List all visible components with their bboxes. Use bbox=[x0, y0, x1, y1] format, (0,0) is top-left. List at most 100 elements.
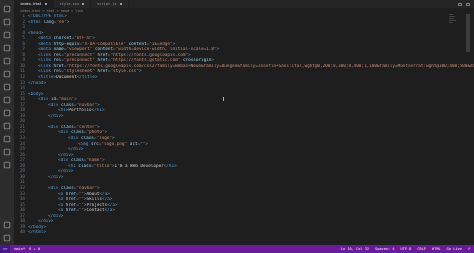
code-token: "UTF-8" bbox=[74, 36, 93, 42]
code-token: > bbox=[102, 158, 105, 164]
code-token: "https://fonts.googleapis.com" bbox=[110, 52, 189, 58]
notifications-bell-icon[interactable]: ☍ bbox=[468, 247, 470, 251]
code-token: </div> bbox=[68, 147, 84, 153]
code-token: href bbox=[65, 202, 77, 208]
editor: index.html style.css script.js index.html … bbox=[14, 0, 474, 245]
more-actions-icon[interactable] bbox=[466, 2, 470, 6]
code-token: Portfolio bbox=[68, 108, 92, 114]
tab-close-icon[interactable] bbox=[119, 3, 122, 5]
code-token: <a bbox=[58, 197, 66, 203]
code-token: "navbar" bbox=[76, 185, 98, 191]
code-token: <link bbox=[38, 63, 54, 69]
text-cursor bbox=[223, 97, 224, 101]
minimap[interactable] bbox=[449, 14, 456, 26]
code-token: <link bbox=[38, 69, 54, 75]
code-token: </div> bbox=[48, 213, 64, 219]
code-token: class bbox=[70, 130, 84, 136]
testing-icon[interactable] bbox=[0, 80, 14, 93]
code-token: <div bbox=[48, 102, 61, 108]
code-area[interactable]: 1 <!DOCTYPE html> 2 <html lang="en"> 3 4 <head… bbox=[14, 14, 474, 245]
eol-status[interactable]: CRLF bbox=[417, 247, 426, 251]
code-token: > bbox=[172, 41, 176, 47]
code-token: > bbox=[97, 102, 100, 108]
timeline-icon[interactable] bbox=[0, 119, 14, 132]
code-token: </a> bbox=[104, 208, 115, 214]
code-token: content bbox=[128, 41, 147, 47]
code-token: </head> bbox=[28, 80, 47, 86]
code-token: "navbar" bbox=[76, 102, 98, 108]
code-token: <div bbox=[58, 158, 71, 164]
code-token: <div bbox=[58, 130, 71, 136]
cursor-position[interactable]: Ln 10, Col 32 bbox=[341, 247, 369, 251]
code-token: "main" bbox=[58, 97, 75, 103]
code-token: alt bbox=[129, 141, 138, 147]
code-token: Contact bbox=[86, 208, 105, 214]
code-token: About bbox=[86, 191, 100, 197]
live-share-icon[interactable] bbox=[0, 106, 14, 119]
code-token: http-equiv bbox=[53, 41, 80, 47]
code-token: </div> bbox=[48, 174, 64, 180]
code-token: <head> bbox=[28, 30, 44, 36]
extensions-icon[interactable] bbox=[0, 54, 14, 67]
code-token: Document bbox=[56, 75, 77, 81]
indentation-status[interactable]: Spaces: 4 bbox=[375, 247, 394, 251]
code-token: > bbox=[97, 185, 100, 191]
code-token: </body> bbox=[28, 224, 47, 230]
code-token: "width=device-width, initial-scale=1.0" bbox=[115, 47, 217, 53]
scrollbar-thumb[interactable] bbox=[466, 14, 470, 52]
code-token: href bbox=[97, 69, 108, 75]
problems-status[interactable]: 0 ⚠ 0 bbox=[29, 247, 40, 251]
code-token: "style.css" bbox=[110, 69, 139, 75]
branch-status[interactable]: main* bbox=[14, 247, 25, 251]
code-token: </div> bbox=[58, 152, 74, 158]
outline-icon[interactable] bbox=[0, 145, 14, 158]
code-token: "preconnect" bbox=[63, 52, 95, 58]
tab-label: style.css bbox=[59, 2, 80, 6]
run-debug-icon[interactable] bbox=[0, 41, 14, 54]
settings-gear-icon[interactable] bbox=[0, 231, 14, 244]
code-token: "X-UA-Compatible" bbox=[82, 41, 126, 47]
code-token: "en" bbox=[56, 19, 67, 25]
code-token: <div bbox=[68, 136, 81, 142]
remote-explorer-icon[interactable] bbox=[0, 67, 14, 80]
code-token: "logo.png" bbox=[101, 141, 128, 147]
tab-close-icon[interactable] bbox=[44, 3, 47, 5]
code-token: > bbox=[92, 36, 95, 42]
editor-tab[interactable]: style.css bbox=[54, 0, 92, 8]
editor-tab[interactable]: index.html bbox=[14, 0, 54, 8]
code-token: content bbox=[94, 47, 114, 53]
code-token: > bbox=[66, 19, 70, 25]
code-token: "stylesheet" bbox=[63, 69, 95, 75]
explorer-icon[interactable] bbox=[0, 2, 14, 15]
code-line[interactable]: 40 </html> bbox=[14, 230, 474, 236]
go-live-button[interactable]: Go Live bbox=[447, 247, 462, 251]
code-token: class bbox=[60, 102, 74, 108]
encoding-status[interactable]: UTF-8 bbox=[401, 247, 412, 251]
code-token: href bbox=[65, 197, 77, 203]
code-token: class bbox=[60, 185, 74, 191]
search-icon[interactable] bbox=[0, 15, 14, 28]
code-token: href bbox=[97, 52, 108, 58]
code-token: > bbox=[145, 141, 148, 147]
tab-close-icon[interactable] bbox=[82, 3, 85, 5]
remote-indicator[interactable]: >< bbox=[0, 245, 11, 253]
code-token: </html> bbox=[28, 230, 47, 236]
code-token: > bbox=[138, 69, 142, 75]
code-token: "IE=edge" bbox=[149, 41, 173, 47]
vertical-scrollbar[interactable] bbox=[466, 14, 470, 239]
source-control-icon[interactable] bbox=[0, 28, 14, 41]
code-token: "https://fonts.googleapis.com/css2?famil… bbox=[66, 63, 474, 69]
code-token: </div> bbox=[38, 219, 54, 225]
git-graph-icon[interactable] bbox=[0, 158, 14, 171]
editor-tab[interactable]: script.js bbox=[91, 0, 129, 8]
accounts-icon[interactable] bbox=[0, 218, 14, 231]
remote-label: >< bbox=[3, 247, 8, 251]
code-token: class bbox=[70, 158, 84, 164]
docker-icon[interactable] bbox=[0, 93, 14, 106]
language-mode[interactable]: HTML bbox=[432, 247, 441, 251]
code-token: href bbox=[97, 58, 108, 64]
code-token: </h1> bbox=[163, 163, 177, 169]
split-editor-icon[interactable] bbox=[458, 2, 462, 6]
code-token: charset bbox=[53, 36, 72, 42]
bookmarks-icon[interactable] bbox=[0, 132, 14, 145]
